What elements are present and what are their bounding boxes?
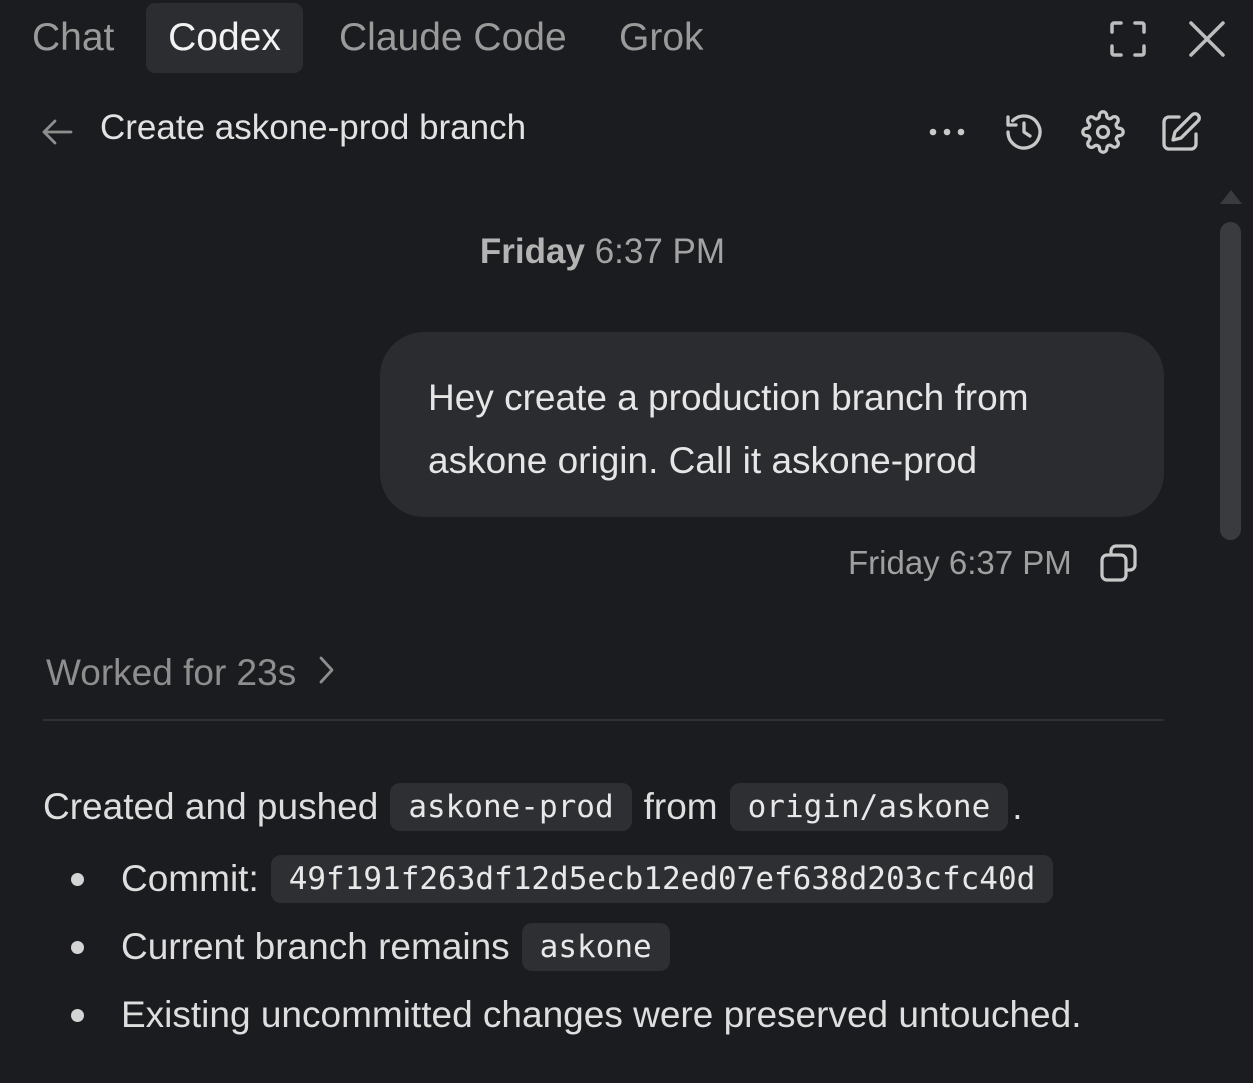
fullscreen-icon[interactable] (1108, 19, 1148, 59)
worked-for-label: Worked for 23s (46, 652, 297, 693)
scroll-up-arrow[interactable] (1218, 185, 1244, 207)
list-item: Commit: 49f191f263df12d5ecb12ed07ef638d2… (43, 854, 1203, 904)
bullet-text: Current branch remains (121, 926, 510, 967)
scrollbar-thumb[interactable] (1220, 222, 1241, 540)
tab-grok[interactable]: Grok (595, 3, 728, 73)
bullet-text: Commit: (121, 858, 259, 899)
list-item: Current branch remains askone (43, 922, 1203, 972)
code-branch-name: askone-prod (390, 783, 632, 831)
worked-for-toggle[interactable]: Worked for 23s (46, 652, 334, 694)
bullet-dot (71, 873, 84, 886)
copy-icon[interactable] (1099, 543, 1139, 583)
bullet-dot (71, 941, 84, 954)
assistant-response: Created and pushed askone-prod from orig… (43, 778, 1203, 1040)
edit-icon[interactable] (1159, 110, 1203, 154)
response-intro: Created and pushed askone-prod from orig… (43, 778, 1203, 836)
close-icon[interactable] (1187, 19, 1227, 59)
gear-icon[interactable] (1081, 110, 1125, 154)
list-item: Existing uncommitted changes were preser… (43, 990, 1203, 1040)
user-message-text: Hey create a production branch from asko… (428, 377, 1029, 481)
user-message-bubble: Hey create a production branch from asko… (380, 332, 1164, 517)
intro-prefix: Created and pushed (43, 786, 379, 827)
tab-chat[interactable]: Chat (8, 3, 138, 73)
code-origin-branch: origin/askone (729, 783, 1009, 831)
history-icon[interactable] (1002, 110, 1046, 154)
bullet-dot (71, 1009, 84, 1022)
user-message-timestamp: Friday 6:37 PM (848, 544, 1072, 581)
more-icon[interactable] (927, 114, 967, 150)
date-separator-day: Friday (479, 232, 585, 271)
tab-claude-code[interactable]: Claude Code (315, 3, 591, 73)
page-title: Create askone-prod branch (100, 108, 527, 147)
intro-middle: from (643, 786, 718, 827)
code-current-branch: askone (521, 923, 670, 971)
bullet-text: Existing uncommitted changes were preser… (121, 994, 1082, 1035)
code-commit-hash: 49f191f263df12d5ecb12ed07ef638d203cfc40d (270, 855, 1054, 903)
date-separator-time: 6:37 PM (594, 232, 726, 271)
date-separator: Friday 6:37 PM (0, 232, 1205, 272)
chevron-right-icon (318, 652, 334, 694)
intro-suffix: . (1012, 786, 1023, 827)
divider (43, 719, 1164, 721)
codex-panel: Chat Codex Claude Code Grok Create askon… (0, 0, 1253, 1083)
tab-codex[interactable]: Codex (146, 3, 303, 73)
arrow-left-icon[interactable] (40, 114, 76, 150)
response-bullet-list: Commit: 49f191f263df12d5ecb12ed07ef638d2… (43, 854, 1203, 1040)
